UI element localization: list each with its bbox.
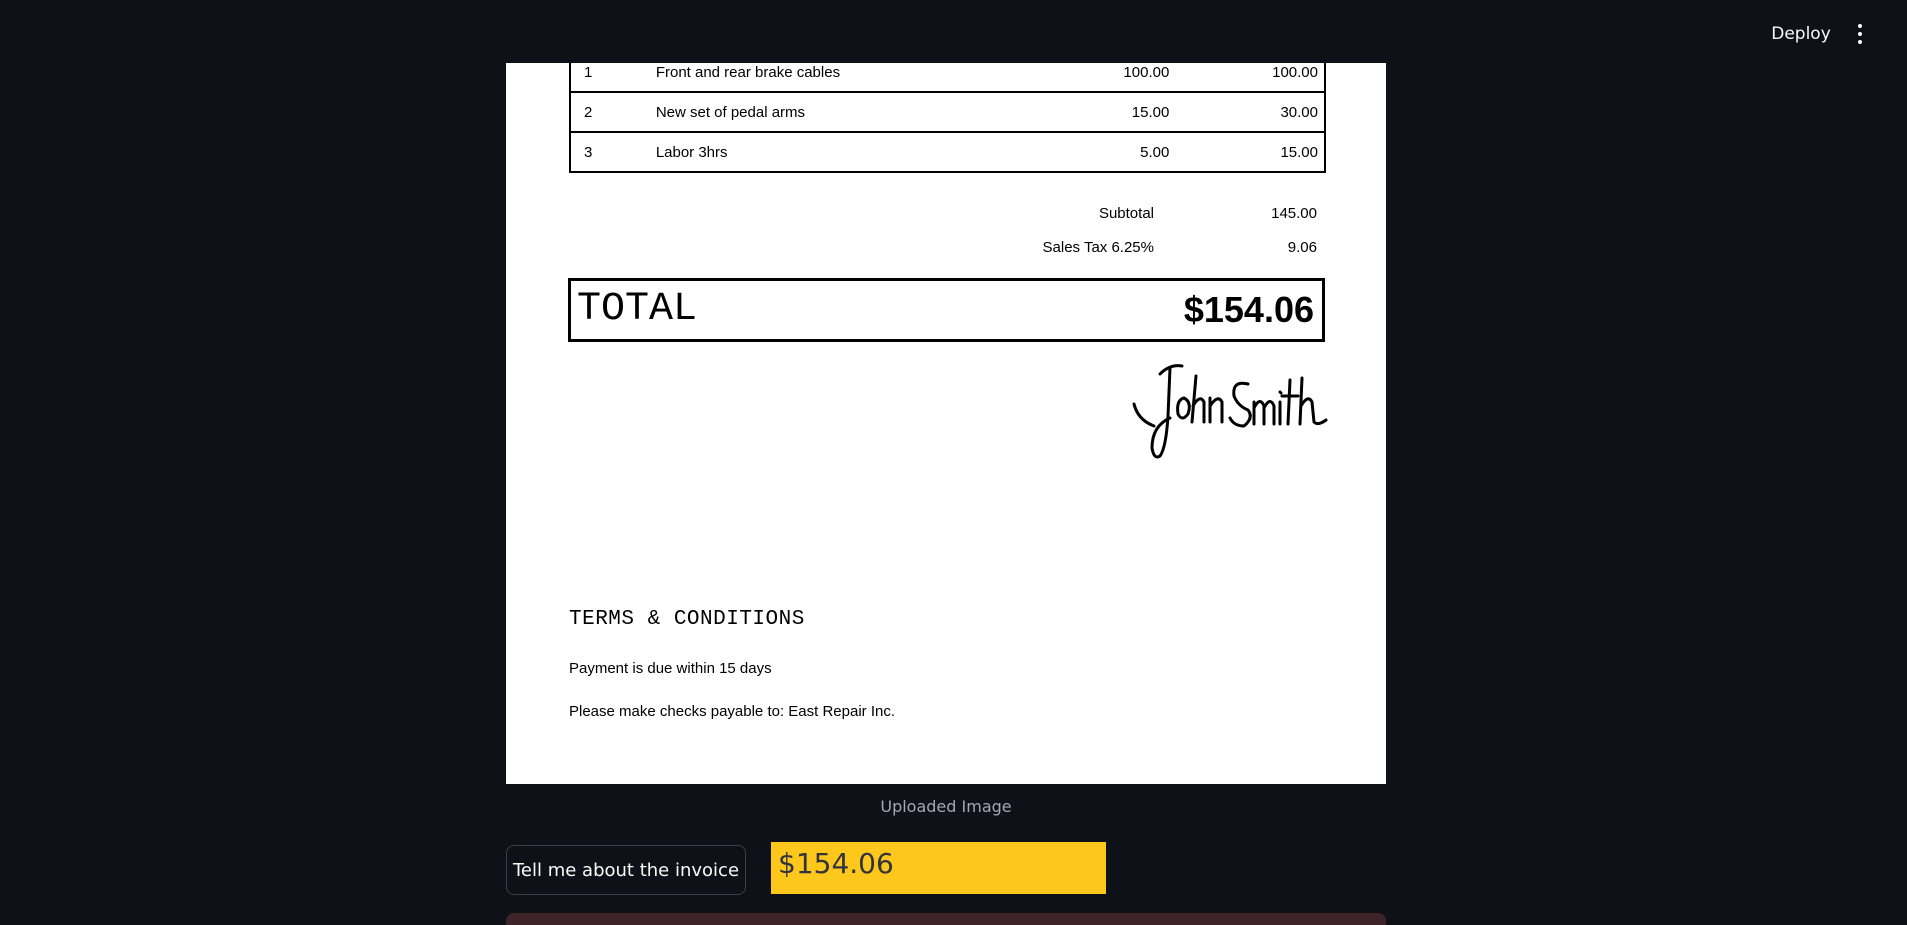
result-panel xyxy=(506,913,1386,925)
total-box: TOTAL $154.06 xyxy=(568,278,1325,342)
invoice-items-table: 1 Front and rear brake cables 100.00 100… xyxy=(569,63,1326,173)
item-qty: 1 xyxy=(569,63,650,93)
subtotal-label: Subtotal xyxy=(1098,205,1154,222)
sales-tax-row: Sales Tax 6.25% 9.06 xyxy=(506,239,1386,259)
item-description: Labor 3hrs xyxy=(649,131,1049,173)
item-unit-price: 5.00 xyxy=(1048,131,1176,173)
sales-tax-label: Sales Tax 6.25% xyxy=(1042,239,1154,256)
item-unit-price: 15.00 xyxy=(1048,91,1176,133)
item-description: Front and rear brake cables xyxy=(649,63,1049,93)
item-qty: 3 xyxy=(569,131,650,173)
sales-tax-value: 9.06 xyxy=(1287,239,1317,256)
more-vertical-icon[interactable] xyxy=(1850,20,1870,48)
item-qty: 2 xyxy=(569,91,650,133)
item-amount: 100.00 xyxy=(1175,63,1326,93)
signature-image xyxy=(1132,364,1328,459)
total-value: $154.06 xyxy=(1183,289,1314,330)
uploaded-invoice-image: 1 Front and rear brake cables 100.00 100… xyxy=(506,63,1386,784)
terms-title: TERMS & CONDITIONS xyxy=(569,608,805,631)
answer-highlight: $154.06 xyxy=(771,842,1106,894)
app-header: Deploy xyxy=(0,0,1907,64)
table-row: 1 Front and rear brake cables 100.00 100… xyxy=(569,63,1326,93)
item-unit-price: 100.00 xyxy=(1048,63,1176,93)
tell-me-about-invoice-button[interactable]: Tell me about the invoice xyxy=(506,845,746,895)
item-amount: 30.00 xyxy=(1175,91,1326,133)
subtotal-value: 145.00 xyxy=(1271,205,1317,222)
table-row: 2 New set of pedal arms 15.00 30.00 xyxy=(569,91,1326,133)
total-label: TOTAL xyxy=(577,287,698,332)
terms-line: Payment is due within 15 days xyxy=(569,660,772,677)
subtotal-row: Subtotal 145.00 xyxy=(506,205,1386,225)
deploy-button[interactable]: Deploy xyxy=(1762,20,1840,48)
item-description: New set of pedal arms xyxy=(649,91,1049,133)
image-caption: Uploaded Image xyxy=(880,797,1012,816)
table-row: 3 Labor 3hrs 5.00 15.00 xyxy=(569,131,1326,173)
terms-line: Please make checks payable to: East Repa… xyxy=(569,703,896,720)
item-amount: 15.00 xyxy=(1175,131,1326,173)
